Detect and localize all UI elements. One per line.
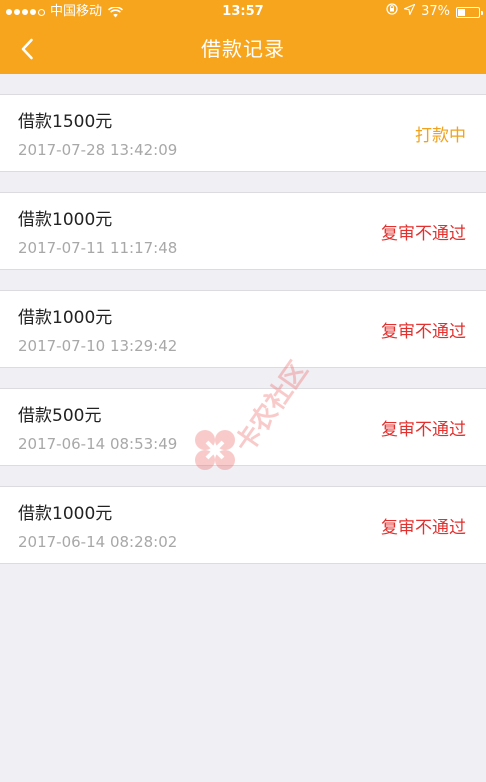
location-icon [402,0,416,24]
loan-record-item[interactable]: 借款1000元 2017-07-11 11:17:48 复审不通过 [0,192,486,270]
loan-record-list: 借款1500元 2017-07-28 13:42:09 打款中 借款1000元 … [0,94,486,584]
loan-status: 复审不通过 [381,224,466,244]
page-title: 借款记录 [201,37,285,61]
loan-timestamp: 2017-07-10 13:29:42 [18,337,178,355]
loan-timestamp: 2017-06-14 08:28:02 [18,533,178,551]
battery-percent: 37% [421,4,450,19]
app-header: 中国移动 13:57 37% 借款记录 [0,0,486,74]
loan-amount: 借款500元 [18,406,102,426]
loan-status: 复审不通过 [381,322,466,342]
nav-bar: 借款记录 [0,24,486,74]
loan-record-item[interactable]: 借款500元 2017-06-14 08:53:49 复审不通过 [0,388,486,466]
status-right: 37% [386,0,483,24]
status-bar: 中国移动 13:57 37% [0,0,486,24]
loan-status: 复审不通过 [381,420,466,440]
loan-status: 复审不通过 [381,518,466,538]
loan-amount: 借款1500元 [18,112,113,132]
loan-timestamp: 2017-07-11 11:17:48 [18,239,178,257]
loan-amount: 借款1000元 [18,504,113,524]
battery-icon [456,6,483,18]
loan-status: 打款中 [415,126,466,146]
rotation-lock-icon [386,0,398,24]
loan-record-item[interactable]: 借款1000元 2017-06-14 08:28:02 复审不通过 [0,486,486,564]
loan-timestamp: 2017-06-14 08:53:49 [18,435,178,453]
loan-amount: 借款1000元 [18,210,113,230]
loan-amount: 借款1000元 [18,308,113,328]
loan-record-item[interactable]: 借款1000元 2017-07-10 13:29:42 复审不通过 [0,290,486,368]
loan-timestamp: 2017-07-28 13:42:09 [18,141,178,159]
loan-record-item[interactable]: 借款1500元 2017-07-28 13:42:09 打款中 [0,94,486,172]
